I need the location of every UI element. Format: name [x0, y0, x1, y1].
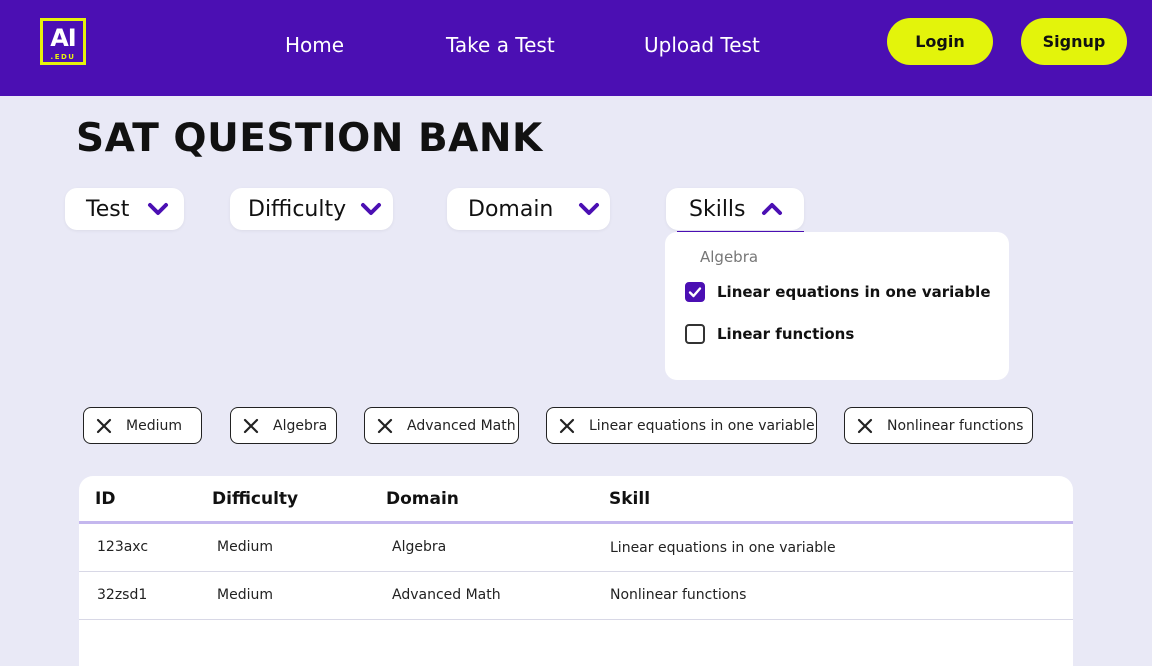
chevron-down-icon — [361, 203, 381, 215]
close-icon[interactable] — [377, 418, 393, 434]
column-header-id[interactable]: ID — [95, 489, 115, 509]
column-header-skill[interactable]: Skill — [609, 489, 650, 509]
skills-dropdown-panel: Algebra Linear equations in one variable… — [665, 232, 1009, 380]
close-icon[interactable] — [857, 418, 873, 434]
page-title: SAT QUESTION BANK — [76, 116, 543, 161]
checkmark-icon — [688, 287, 702, 298]
questions-table: ID Difficulty Domain Skill 123axc Medium… — [79, 476, 1073, 666]
logo-text: AI — [50, 24, 77, 52]
filter-chip-nonlinear-functions[interactable]: Nonlinear functions — [844, 407, 1033, 444]
cell-difficulty: Medium — [217, 587, 273, 603]
skill-option-label: Linear functions — [717, 325, 855, 343]
cell-domain: Advanced Math — [392, 587, 501, 603]
filter-chip-medium[interactable]: Medium — [83, 407, 202, 444]
filter-test-label: Test — [86, 196, 130, 222]
skill-option-label: Linear equations in one variable — [717, 283, 991, 301]
nav-home-link[interactable]: Home — [285, 33, 344, 57]
chip-label: Advanced Math — [407, 417, 516, 434]
filter-difficulty-dropdown[interactable]: Difficulty — [230, 188, 393, 230]
column-header-difficulty[interactable]: Difficulty — [212, 489, 298, 509]
skill-option-linear-functions[interactable]: Linear functions — [685, 324, 854, 344]
chip-label: Nonlinear functions — [887, 417, 1024, 434]
close-icon[interactable] — [96, 418, 112, 434]
login-button[interactable]: Login — [887, 18, 993, 65]
cell-domain: Algebra — [392, 539, 447, 555]
chevron-down-icon — [148, 203, 168, 215]
nav-upload-test-link[interactable]: Upload Test — [644, 33, 760, 57]
filter-domain-label: Domain — [468, 196, 554, 222]
cell-id: 32zsd1 — [97, 587, 148, 603]
close-icon[interactable] — [559, 418, 575, 434]
signup-button[interactable]: Signup — [1021, 18, 1127, 65]
skill-option-linear-equations[interactable]: Linear equations in one variable — [685, 282, 991, 302]
nav-take-test-link[interactable]: Take a Test — [446, 33, 555, 57]
filter-skills-label: Skills — [689, 196, 746, 222]
logo[interactable]: AI .EDU — [40, 18, 86, 65]
cell-skill: Linear equations in one variable — [610, 540, 836, 556]
filter-chip-linear-equations[interactable]: Linear equations in one variable — [546, 407, 817, 444]
dropdown-group-label: Algebra — [700, 248, 759, 266]
table-row[interactable]: 32zsd1 Medium Advanced Math Nonlinear fu… — [79, 572, 1073, 620]
filter-chip-advanced-math[interactable]: Advanced Math — [364, 407, 519, 444]
checkbox-unchecked[interactable] — [685, 324, 705, 344]
chevron-up-icon — [762, 203, 782, 215]
cell-skill: Nonlinear functions — [610, 587, 747, 603]
filter-domain-dropdown[interactable]: Domain — [447, 188, 610, 230]
chip-label: Algebra — [273, 417, 328, 434]
chip-label: Linear equations in one variable — [589, 417, 815, 434]
logo-subtext: .EDU — [50, 53, 76, 61]
chevron-down-icon — [579, 203, 599, 215]
column-header-domain[interactable]: Domain — [386, 489, 459, 509]
table-row[interactable]: 123axc Medium Algebra Linear equations i… — [79, 524, 1073, 572]
close-icon[interactable] — [243, 418, 259, 434]
checkbox-checked[interactable] — [685, 282, 705, 302]
filter-test-dropdown[interactable]: Test — [65, 188, 184, 230]
table-header: ID Difficulty Domain Skill — [79, 476, 1073, 524]
filter-chip-algebra[interactable]: Algebra — [230, 407, 337, 444]
cell-difficulty: Medium — [217, 539, 273, 555]
filter-difficulty-label: Difficulty — [248, 196, 347, 222]
top-nav-bar: AI .EDU Home Take a Test Upload Test Log… — [0, 0, 1152, 96]
cell-id: 123axc — [97, 539, 149, 555]
chip-label: Medium — [126, 417, 182, 434]
filter-skills-dropdown[interactable]: Skills — [666, 188, 804, 230]
